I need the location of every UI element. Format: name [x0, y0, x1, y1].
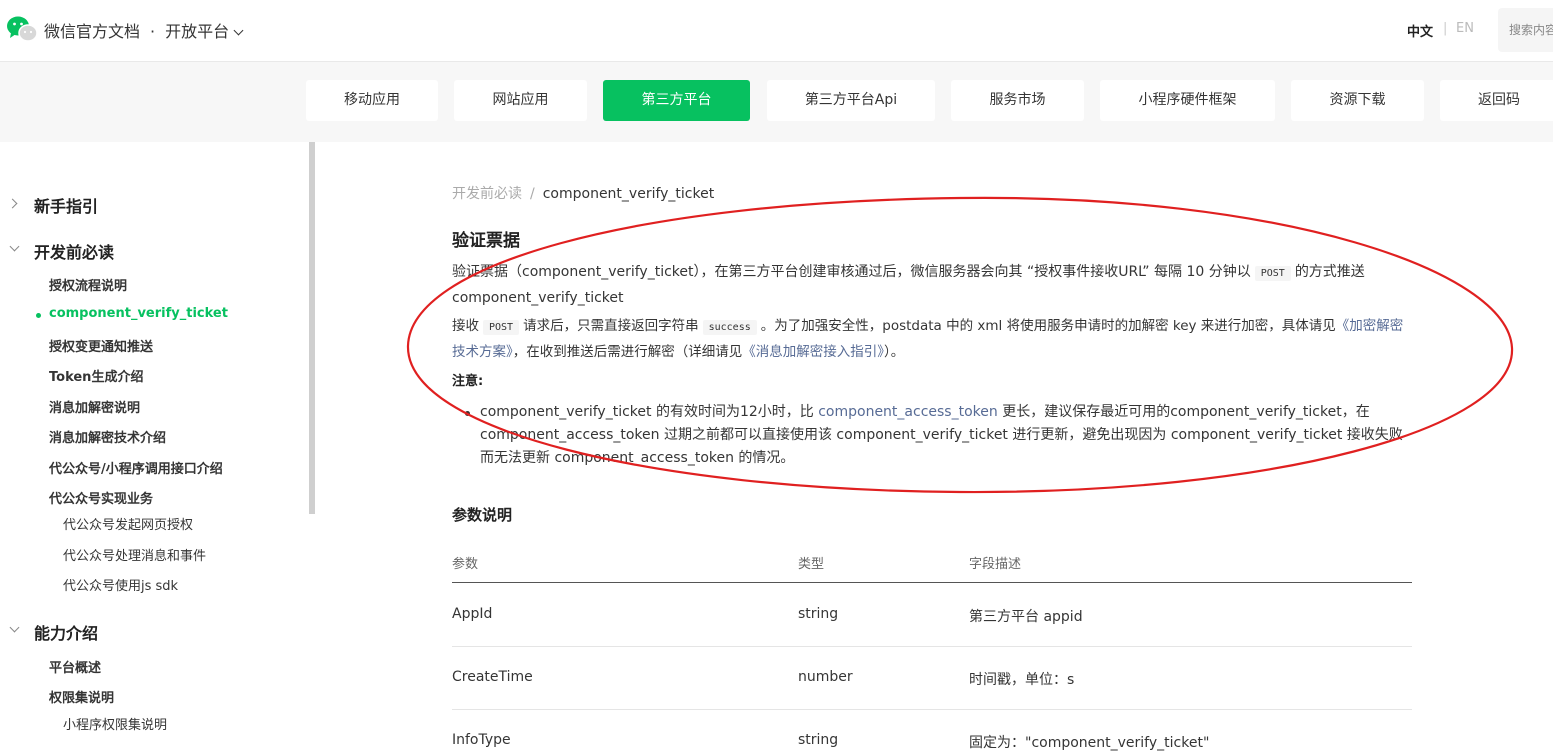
link-crypto-guide[interactable]: 《消息加解密接入指引》: [742, 344, 884, 360]
handling-text-c: 。为了加强安全性，postdata 中的 xml 将使用服务申请时的加解密 ke…: [760, 318, 1336, 334]
sidebar-item-miniprogram-permissions[interactable]: 小程序权限集说明: [63, 714, 167, 733]
tab-website-app[interactable]: 网站应用: [454, 80, 587, 121]
top-header: 微信官方文档 · 开放平台 中文 | EN 搜索内容: [0, 0, 1553, 62]
table-row-divider: [452, 646, 1412, 647]
table-cell: CreateTime: [452, 669, 533, 685]
tab-return-codes[interactable]: 返回码: [1440, 80, 1553, 121]
tab-third-party-platform[interactable]: 第三方平台: [603, 80, 750, 121]
table-cell: 固定为："component_verify_ticket": [969, 735, 1210, 751]
table-header-param: 参数: [452, 557, 479, 572]
inline-code-post: POST: [1254, 266, 1291, 281]
handling-text-e: ）。: [884, 344, 905, 360]
sidebar-scrollbar[interactable]: [309, 142, 315, 514]
active-indicator-dot: [36, 313, 41, 318]
sidebar-item-proxy-business[interactable]: 代公众号实现业务: [49, 488, 153, 507]
table-row-divider: [452, 709, 1412, 710]
handling-text-a: 接收: [452, 318, 479, 334]
breadcrumb-separator: /: [530, 186, 535, 202]
table-cell: AppId: [452, 606, 493, 622]
lang-separator: |: [1443, 21, 1448, 36]
sidebar-section-getting-started[interactable]: 新手指引: [34, 193, 98, 217]
sidebar-item-msg-crypto[interactable]: 消息加解密说明: [49, 397, 140, 416]
brand-separator: ·: [150, 22, 156, 41]
sidebar-item-platform-overview[interactable]: 平台概述: [49, 657, 101, 676]
bullet-dot: [465, 411, 470, 416]
link-component-access-token[interactable]: component_access_token: [818, 404, 998, 420]
sidebar-item-proxy-msg-events[interactable]: 代公众号处理消息和事件: [63, 545, 206, 564]
wechat-logo-icon[interactable]: [6, 14, 38, 44]
note-bullet: component_verify_ticket 的有效时间为12小时，比 com…: [480, 401, 1410, 470]
inline-code-success: success: [702, 320, 757, 335]
table-cell: number: [798, 669, 853, 685]
sidebar-section-capabilities[interactable]: 能力介绍: [34, 620, 98, 644]
breadcrumb-current: component_verify_ticket: [542, 186, 715, 202]
sidebar-item-permission-sets[interactable]: 权限集说明: [49, 687, 114, 706]
table-header-divider: [452, 582, 1412, 583]
note-label: 注意:: [452, 374, 484, 389]
sidebar-item-msg-crypto-tech[interactable]: 消息加解密技术介绍: [49, 427, 166, 446]
sidebar-item-auth-change-notify[interactable]: 授权变更通知推送: [49, 336, 153, 355]
lang-zh-button[interactable]: 中文: [1407, 21, 1433, 40]
note-text-a: component_verify_ticket 的有效时间为12小时，比: [480, 404, 814, 420]
table-cell: string: [798, 606, 839, 622]
intro-paragraph: 验证票据（component_verify_ticket），在第三方平台创建审核…: [452, 260, 1416, 310]
sidebar-item-token-intro[interactable]: Token生成介绍: [49, 366, 143, 385]
brand-name[interactable]: 微信官方文档: [44, 22, 140, 41]
page-title: 验证票据: [452, 231, 520, 251]
breadcrumb-parent[interactable]: 开发前必读: [452, 186, 522, 202]
sidebar-section-before-dev[interactable]: 开发前必读: [34, 239, 114, 263]
product-switcher[interactable]: 开放平台: [165, 22, 229, 41]
breadcrumb: 开发前必读 / component_verify_ticket: [452, 183, 714, 203]
brand-title[interactable]: 微信官方文档 · 开放平台: [44, 18, 244, 42]
tab-resource-download[interactable]: 资源下载: [1291, 80, 1424, 121]
sidebar-item-proxy-api[interactable]: 代公众号/小程序调用接口介绍: [49, 458, 223, 477]
handling-text-d: ，在收到推送后需进行解密（详细请见: [512, 344, 743, 360]
lang-en-button[interactable]: EN: [1456, 21, 1474, 36]
search-input[interactable]: 搜索内容: [1498, 8, 1553, 52]
table-cell: 时间戳，单位：s: [969, 672, 1075, 688]
params-title: 参数说明: [452, 506, 513, 524]
tab-service-market[interactable]: 服务市场: [951, 80, 1084, 121]
intro-text-a: 验证票据（component_verify_ticket），在第三方平台创建审核…: [452, 264, 1251, 280]
handling-text-b: 请求后，只需直接返回字符串: [523, 318, 699, 334]
sidebar-item-component-verify-ticket[interactable]: component_verify_ticket: [49, 306, 228, 321]
category-tab-bar: 移动应用 网站应用 第三方平台 第三方平台Api 服务市场 小程序硬件框架 资源…: [0, 62, 1553, 142]
tab-miniprogram-hardware[interactable]: 小程序硬件框架: [1100, 80, 1275, 121]
table-header-desc: 字段描述: [969, 557, 1022, 572]
table-header-type: 类型: [798, 557, 825, 572]
sidebar-item-proxy-web-auth[interactable]: 代公众号发起网页授权: [63, 514, 193, 533]
sidebar-item-auth-flow[interactable]: 授权流程说明: [49, 275, 127, 294]
table-cell: 第三方平台 appid: [969, 609, 1083, 625]
sidebar-item-proxy-jssdk[interactable]: 代公众号使用js sdk: [63, 575, 178, 594]
inline-code-post: POST: [483, 320, 520, 335]
chevron-down-icon[interactable]: [233, 25, 244, 36]
tab-mobile-app[interactable]: 移动应用: [306, 80, 438, 121]
handling-paragraph: 接收 POST 请求后，只需直接返回字符串 success 。为了加强安全性，postd…: [452, 314, 1416, 364]
tab-third-party-api[interactable]: 第三方平台Api: [767, 80, 935, 121]
